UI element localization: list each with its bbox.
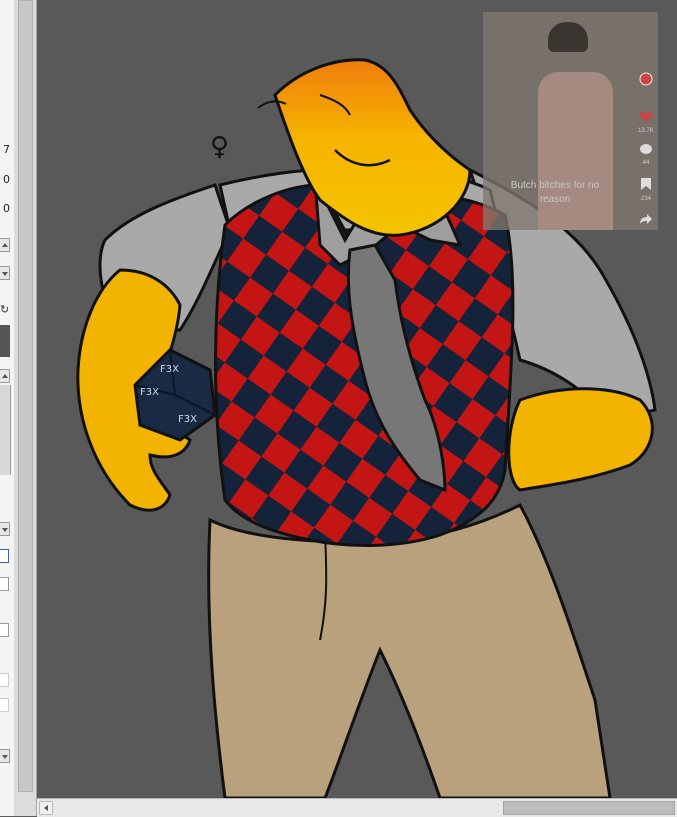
rotate-icon[interactable]: ↻ bbox=[0, 303, 9, 316]
dice-text-3: F3X bbox=[178, 414, 197, 425]
tool-panel: 7 0 0 ↻ bbox=[0, 0, 15, 816]
dice-text-1: F3X bbox=[160, 364, 179, 375]
profile-avatar-icon[interactable] bbox=[638, 72, 654, 91]
scroll-down-button[interactable] bbox=[0, 266, 10, 280]
right-hand bbox=[507, 387, 654, 492]
disabled-field-2 bbox=[0, 698, 9, 712]
reference-caption: Butch bitches for no reason bbox=[510, 180, 600, 205]
panel-value-3: 0 bbox=[3, 202, 10, 215]
bookmark-icon[interactable]: 234 bbox=[638, 177, 654, 202]
layer-up-button[interactable] bbox=[0, 369, 10, 383]
comment-icon[interactable]: 44 bbox=[638, 142, 654, 166]
reference-person-head bbox=[548, 22, 588, 52]
reference-photo-overlay[interactable]: Butch bitches for no reason 13.7K 44 234 bbox=[483, 12, 658, 230]
female-symbol: ♀ bbox=[210, 132, 229, 162]
panel-value-1: 7 bbox=[3, 143, 10, 156]
spacing-field[interactable] bbox=[0, 623, 9, 637]
vertical-scrollbar-thumb[interactable] bbox=[18, 0, 33, 792]
disabled-field-1 bbox=[0, 673, 9, 687]
size-field[interactable] bbox=[0, 577, 9, 591]
layer-down-button[interactable] bbox=[0, 522, 10, 536]
panel-dropdown-button[interactable] bbox=[0, 749, 10, 763]
like-icon[interactable]: 13.7K bbox=[638, 110, 654, 134]
scroll-left-button[interactable] bbox=[39, 801, 53, 815]
panel-value-2: 0 bbox=[3, 173, 10, 186]
dice-text-2: F3X bbox=[140, 387, 159, 398]
share-icon[interactable] bbox=[638, 212, 654, 230]
layer-list[interactable] bbox=[0, 385, 11, 475]
pants bbox=[207, 503, 612, 798]
horizontal-scrollbar[interactable] bbox=[37, 798, 677, 817]
horizontal-scrollbar-thumb[interactable] bbox=[503, 801, 675, 815]
drawing-canvas[interactable]: F3X F3X F3X ♀ Butch bitches for no reaso… bbox=[37, 0, 677, 798]
color-swatch[interactable] bbox=[0, 325, 10, 357]
scroll-up-button[interactable] bbox=[0, 238, 10, 252]
vertical-scrollbar[interactable] bbox=[14, 0, 37, 816]
opacity-field[interactable] bbox=[0, 549, 9, 563]
